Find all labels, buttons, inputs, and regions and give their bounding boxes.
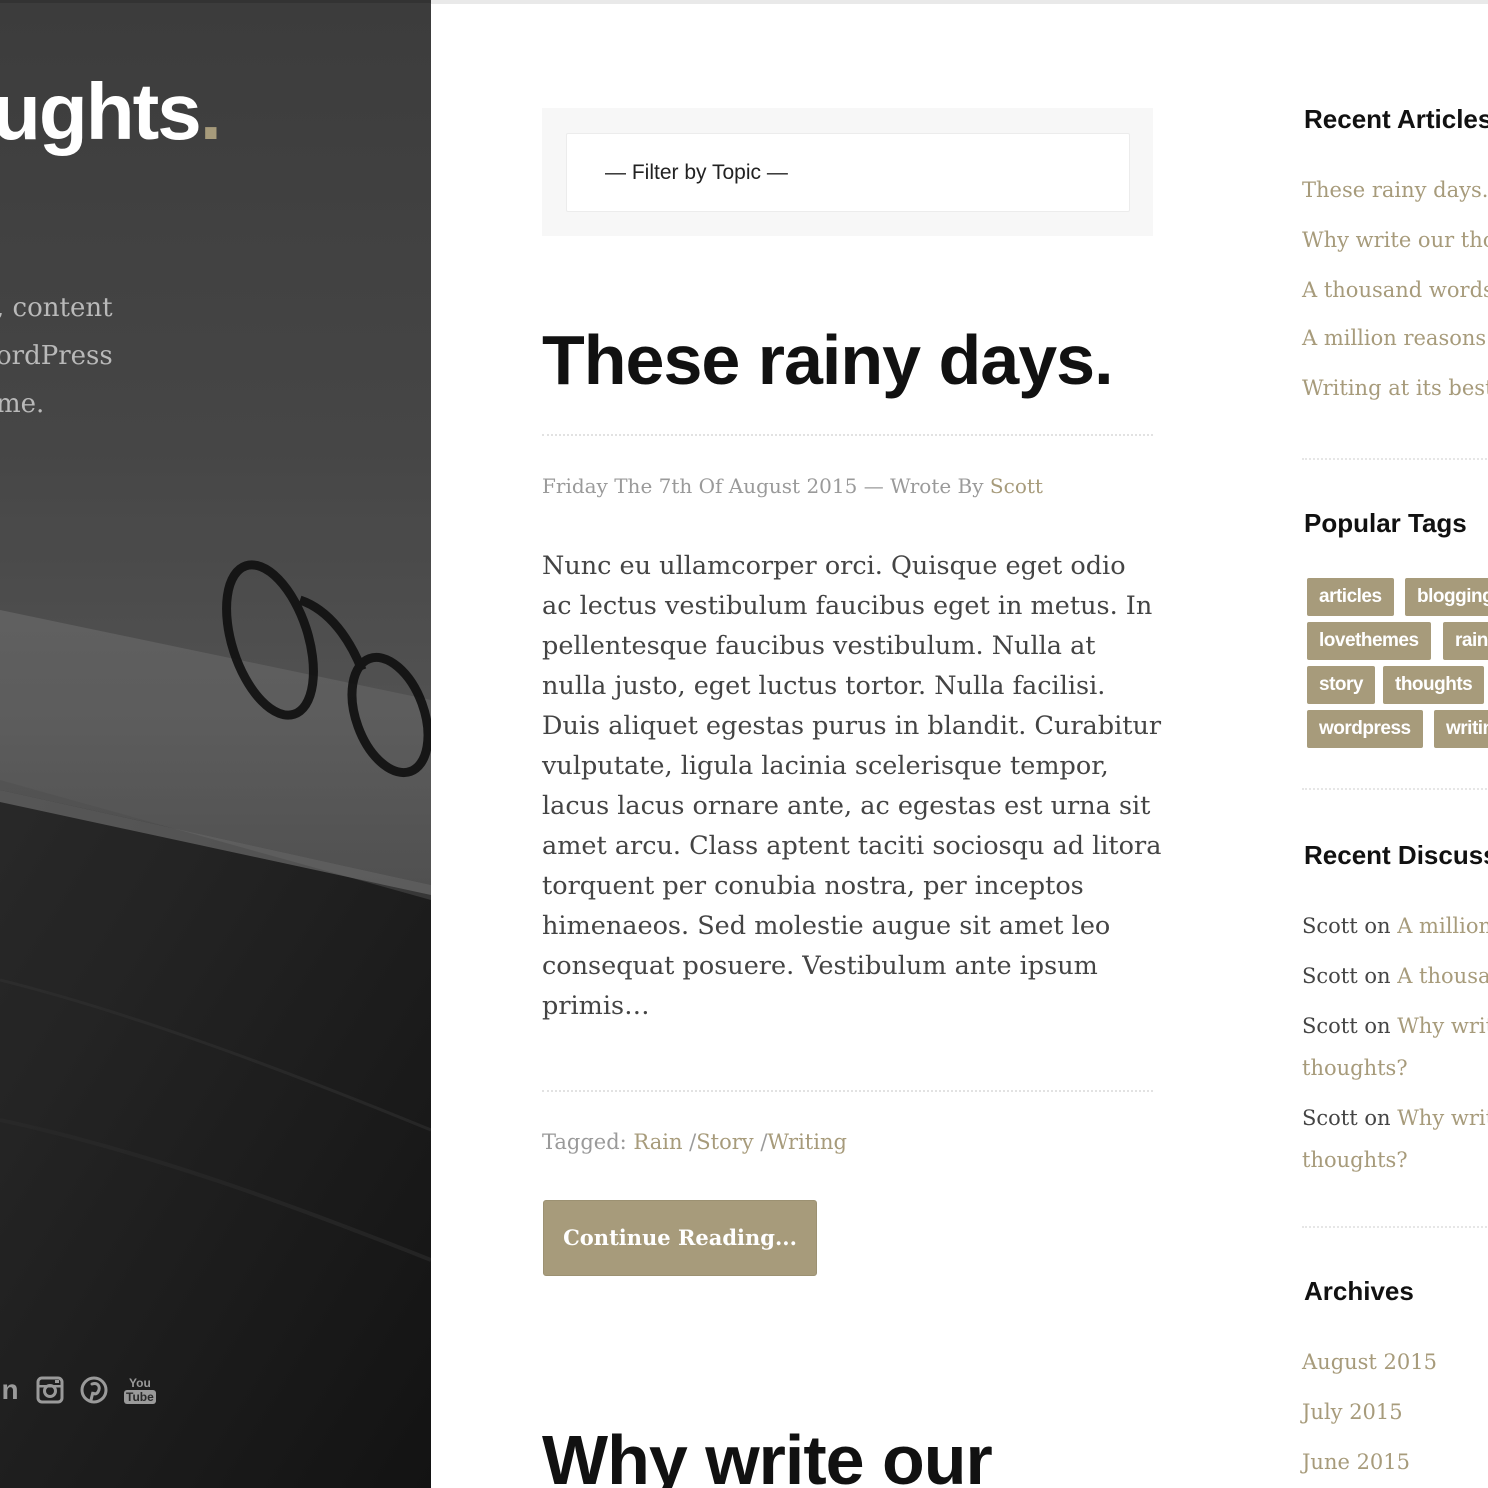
site-title-dot: . — [199, 67, 222, 156]
topic-filter: — Filter by Topic — — [542, 108, 1153, 236]
site-description: , content ordPress me. — [0, 284, 196, 428]
archives-title: Archives — [1304, 1276, 1414, 1306]
site-description-line: me. — [0, 389, 45, 419]
post-title-divider — [542, 434, 1153, 436]
content-top-border — [431, 0, 1488, 4]
discussion-on: on — [1364, 914, 1391, 938]
discussion-post-link[interactable]: A thousan — [1397, 964, 1488, 988]
post-author-link[interactable]: Scott — [990, 474, 1043, 498]
instagram-icon[interactable] — [36, 1374, 64, 1406]
tag-link-rain[interactable]: Rain — [633, 1130, 682, 1154]
recent-discussions-title: Recent Discuss — [1304, 840, 1488, 870]
hero-top-border — [0, 0, 431, 3]
hero-background-photo — [0, 0, 431, 1488]
widget-divider — [1302, 788, 1488, 790]
social-links: n You Tube — [0, 1372, 156, 1408]
discussion-item: Scott on A million r — [1302, 905, 1488, 947]
tag-lovethemes[interactable]: lovethemes — [1307, 622, 1431, 660]
popular-tags-title: Popular Tags — [1304, 508, 1467, 538]
discussion-author: Scott — [1302, 964, 1358, 988]
discussion-post-link[interactable]: Why write — [1397, 1014, 1488, 1038]
archive-link[interactable]: August 2015 — [1302, 1350, 1437, 1374]
post-date-byline: Friday The 7th Of August 2015 — Wrote By — [542, 474, 990, 498]
instagram-icon-svg — [36, 1376, 64, 1404]
linkedin-glyph: n — [1, 1374, 19, 1405]
tag-link-story[interactable]: Story — [696, 1130, 753, 1154]
tag-rain[interactable]: rain — [1443, 622, 1488, 660]
youtube-label-bottom: Tube — [124, 1390, 156, 1404]
tag-blogging[interactable]: blogging — [1405, 578, 1488, 616]
discussion-item: Scott on A thousan — [1302, 955, 1488, 997]
tagged-label: Tagged: — [542, 1130, 627, 1154]
discussion-author: Scott — [1302, 914, 1358, 938]
site-title-text: ughts — [0, 67, 202, 156]
discussion-post-link[interactable]: A million r — [1397, 914, 1488, 938]
next-post-title[interactable]: Why write our — [542, 1418, 993, 1488]
post-meta: Friday The 7th Of August 2015 — Wrote By… — [542, 474, 1043, 498]
tag-writing[interactable]: writing — [1434, 710, 1488, 748]
hero-panel: ughts. , content ordPress me. n You Tube — [0, 0, 431, 1488]
topic-filter-select[interactable]: — Filter by Topic — — [566, 133, 1130, 212]
tag-story[interactable]: story — [1307, 666, 1375, 704]
post-footer-divider — [542, 1090, 1153, 1092]
linkedin-icon[interactable]: n — [0, 1374, 20, 1406]
tag-thoughts[interactable]: thoughts — [1383, 666, 1485, 704]
discussion-author: Scott — [1302, 1106, 1358, 1130]
site-description-line: ordPress — [0, 341, 113, 371]
recent-article-link[interactable]: Why write our thou — [1302, 228, 1488, 252]
archive-link[interactable]: June 2015 — [1302, 1450, 1410, 1474]
recent-article-link[interactable]: Writing at its best. — [1302, 376, 1488, 400]
post-tags: Tagged: Rain /Story /Writing — [542, 1130, 847, 1154]
youtube-icon[interactable]: You Tube — [124, 1374, 156, 1406]
recent-article-link[interactable]: A thousand words. — [1302, 278, 1488, 302]
post-excerpt: Nunc eu ullamcorper orci. Quisque eget o… — [542, 551, 1162, 1021]
site-title[interactable]: ughts. — [0, 72, 222, 152]
continue-reading-button[interactable]: Continue Reading... — [543, 1200, 817, 1276]
discussion-on: on — [1364, 1014, 1391, 1038]
discussion-on: on — [1364, 964, 1391, 988]
discussion-post-link[interactable]: Why write — [1397, 1106, 1488, 1130]
tag-articles[interactable]: articles — [1307, 578, 1394, 616]
recent-article-link[interactable]: A million reasons. — [1302, 326, 1488, 350]
discussion-on: on — [1364, 1106, 1391, 1130]
recent-article-link[interactable]: These rainy days. — [1302, 178, 1488, 202]
youtube-label-top: You — [129, 1376, 151, 1390]
discussion-author: Scott — [1302, 1014, 1358, 1038]
pinterest-icon[interactable] — [80, 1374, 108, 1406]
discussion-item: Scott on Why write thoughts? — [1302, 1005, 1488, 1089]
discussion-item: Scott on Why write thoughts? — [1302, 1097, 1488, 1181]
tag-link-writing[interactable]: Writing — [767, 1130, 847, 1154]
discussion-post-link-line2[interactable]: thoughts? — [1302, 1056, 1408, 1080]
post-title[interactable]: These rainy days. — [542, 318, 1162, 402]
tag-wordpress[interactable]: wordpress — [1307, 710, 1423, 748]
widget-divider — [1302, 458, 1488, 460]
recent-articles-title: Recent Articles — [1304, 104, 1488, 134]
pinterest-icon-svg — [80, 1376, 108, 1404]
site-description-line: , content — [0, 293, 113, 323]
archive-link[interactable]: July 2015 — [1302, 1400, 1403, 1424]
discussion-post-link-line2[interactable]: thoughts? — [1302, 1148, 1408, 1172]
widget-divider — [1302, 1226, 1488, 1228]
